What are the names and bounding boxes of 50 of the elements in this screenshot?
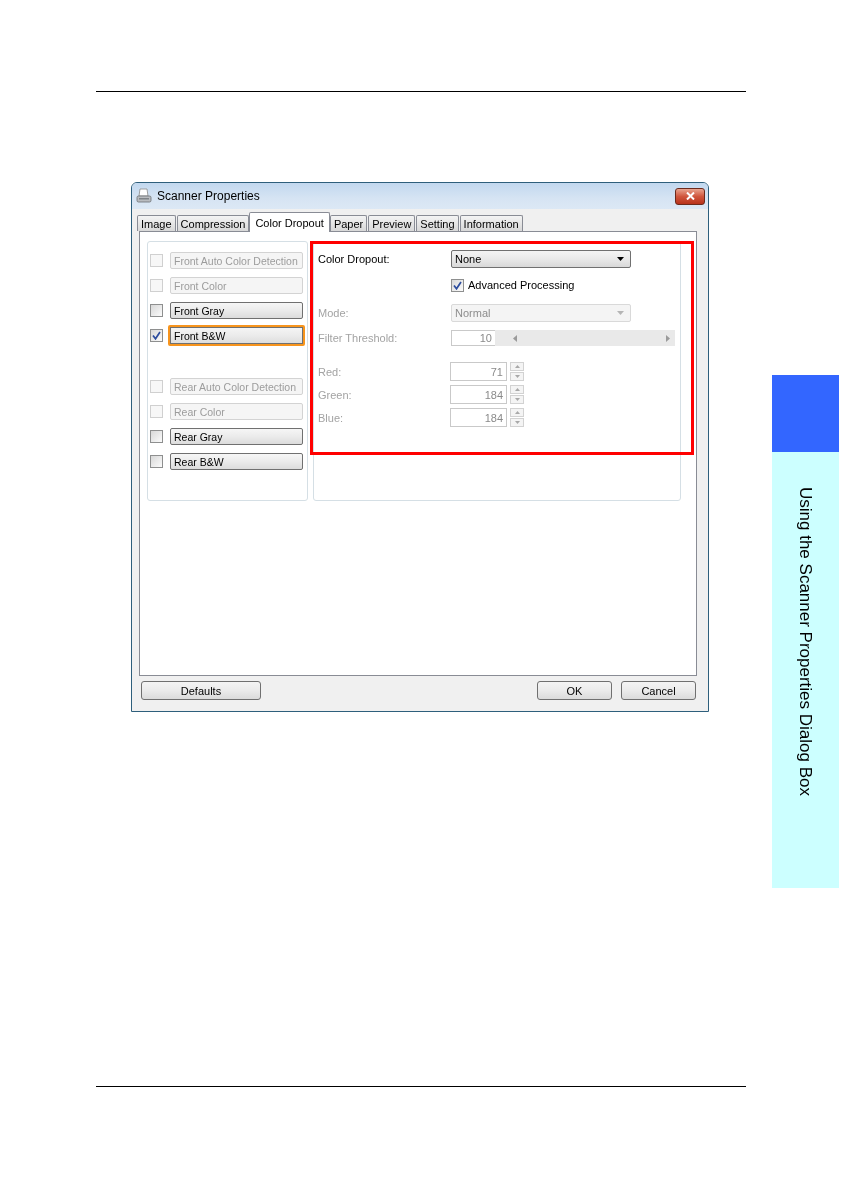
spin-down-button[interactable] — [510, 395, 524, 404]
checkbox[interactable] — [451, 278, 464, 292]
down-arrow-icon — [514, 421, 520, 424]
checkbox[interactable] — [150, 304, 163, 317]
tab[interactable]: Image — [137, 215, 176, 231]
tab[interactable]: Compression — [176, 215, 250, 231]
tab[interactable]: Information — [459, 215, 523, 231]
close-button[interactable] — [675, 187, 705, 205]
up-arrow-icon — [514, 411, 520, 414]
close-icon — [685, 192, 695, 200]
field-label: Mode: — [318, 307, 349, 319]
scanner-icon — [136, 188, 152, 204]
field-label: Blue: — [318, 411, 344, 424]
field-label: Red: — [318, 365, 342, 378]
chapter-tab-title: Using the Scanner Properties Dialog Box — [772, 452, 839, 888]
checkbox[interactable] — [150, 430, 163, 443]
spin-up-button[interactable] — [510, 385, 524, 394]
field-label: Filter Threshold: — [318, 332, 398, 344]
dropdown-arrow-icon — [617, 311, 624, 315]
down-arrow-icon — [514, 375, 520, 378]
option-button[interactable]: Front B&W — [168, 325, 305, 346]
checkbox[interactable] — [150, 329, 163, 342]
spin-down-button[interactable] — [510, 418, 524, 427]
tab[interactable]: Preview — [368, 215, 416, 231]
down-arrow-icon — [514, 398, 520, 401]
dialog-button[interactable]: Defaults — [141, 681, 261, 700]
field-label: Green: — [318, 388, 352, 401]
checkbox[interactable] — [150, 455, 163, 468]
option-button[interactable]: Rear B&W — [170, 453, 303, 470]
spin-down-button[interactable] — [510, 372, 524, 381]
left-arrow-icon[interactable] — [513, 334, 517, 342]
up-arrow-icon — [514, 365, 520, 368]
option-button[interactable]: Rear Gray — [170, 428, 303, 445]
tab[interactable]: Paper — [329, 215, 368, 231]
dialog-button[interactable]: Cancel — [621, 681, 696, 700]
dialog-button[interactable]: OK — [537, 681, 612, 700]
field-label: Color Dropout: — [318, 253, 390, 265]
checkbox-label: Advanced Processing — [468, 279, 575, 291]
tab[interactable]: Color Dropout — [249, 212, 330, 232]
up-arrow-icon — [514, 388, 520, 391]
spin-up-button[interactable] — [510, 408, 524, 417]
checkmark-icon — [453, 280, 462, 290]
spin-up-button[interactable] — [510, 362, 524, 371]
window-title: Scanner Properties — [157, 189, 260, 203]
option-button[interactable]: Front Gray — [170, 302, 303, 319]
dropdown-arrow-icon — [617, 257, 624, 261]
dropdown[interactable]: None — [451, 250, 631, 268]
checkmark-icon — [152, 331, 161, 340]
tab[interactable]: Setting — [416, 215, 459, 231]
right-arrow-icon[interactable] — [666, 334, 670, 342]
